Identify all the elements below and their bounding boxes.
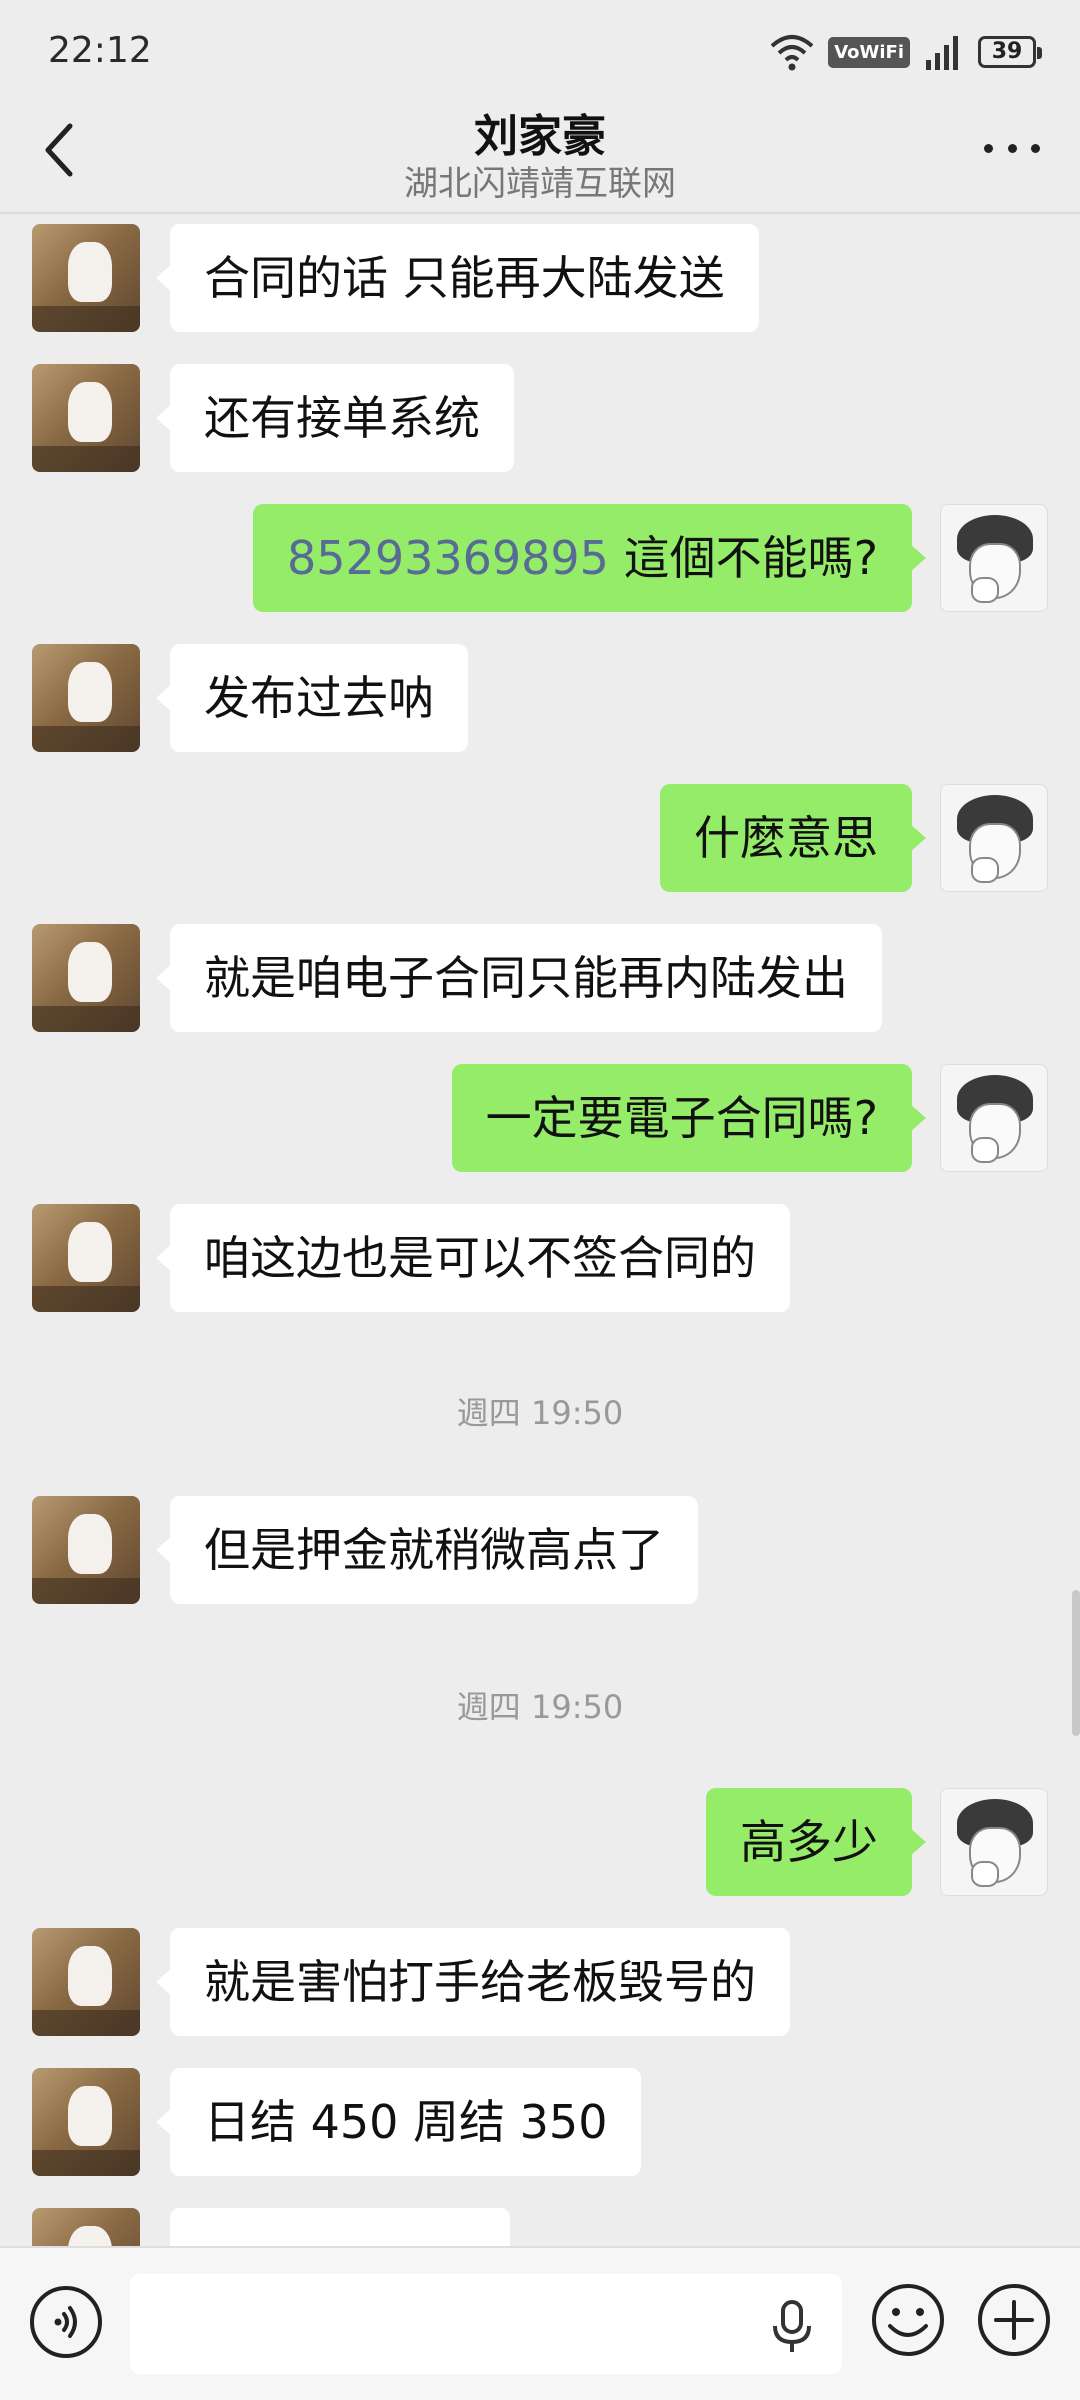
input-bar: [0, 2246, 1080, 2400]
message-bubble[interactable]: 就是害怕打手给老板毁号的: [156, 1928, 790, 2036]
my-avatar[interactable]: [940, 504, 1048, 612]
back-button[interactable]: [40, 120, 80, 180]
my-avatar[interactable]: [940, 784, 1048, 892]
status-icons: VoWiFi 39: [770, 30, 1042, 74]
vowifi-badge: VoWiFi: [828, 36, 910, 68]
plus-button[interactable]: [976, 2282, 1052, 2358]
contact-avatar[interactable]: [32, 1928, 140, 2036]
more-dot-icon: [1007, 143, 1017, 153]
status-bar: 22:12 VoWiFi 39: [0, 0, 1080, 100]
contact-avatar[interactable]: [32, 644, 140, 752]
contact-avatar[interactable]: [32, 1204, 140, 1312]
message-bubble[interactable]: 85293369895 這個不能嗎?: [253, 504, 926, 612]
battery-icon: 39: [978, 36, 1042, 68]
message-timestamp: 週四 19:50: [456, 1688, 624, 1726]
my-avatar[interactable]: [940, 1064, 1048, 1172]
more-dot-icon: [984, 143, 993, 153]
my-avatar[interactable]: [940, 1788, 1048, 1896]
message-bubble[interactable]: 就是咱电子合同只能再内陆发出: [156, 924, 882, 1032]
voice-toggle-button[interactable]: [30, 2286, 102, 2358]
scrollbar-thumb[interactable]: [1072, 1590, 1080, 1736]
message-timestamp: 週四 19:50: [456, 1394, 624, 1432]
contact-avatar[interactable]: [32, 2068, 140, 2176]
contact-avatar[interactable]: [32, 924, 140, 1032]
contact-avatar[interactable]: [32, 1496, 140, 1604]
status-time: 22:12: [48, 30, 152, 71]
contact-name[interactable]: 刘家豪: [240, 100, 840, 164]
message-bubble[interactable]: 还有接单系统: [156, 364, 514, 472]
voice-icon: [54, 2306, 77, 2338]
contact-avatar[interactable]: [32, 224, 140, 332]
emoji-button[interactable]: [870, 2282, 946, 2358]
battery-level: 39: [991, 39, 1023, 64]
contact-avatar[interactable]: [32, 364, 140, 472]
message-text: 這個不能嗎?: [608, 531, 878, 585]
more-button[interactable]: [984, 136, 1040, 160]
message-bubble[interactable]: 什麼意思: [660, 784, 926, 892]
mic-icon[interactable]: [770, 2300, 814, 2354]
message-bubble[interactable]: 但是押金就稍微高点了: [156, 1496, 698, 1604]
chat-header: 刘家豪 湖北闪靖靖互联网: [0, 100, 1080, 210]
message-bubble[interactable]: [170, 2208, 510, 2246]
wifi-icon: [770, 35, 814, 71]
signal-icon: [926, 36, 958, 70]
chat-area[interactable]: 合同的话 只能再大陆发送 还有接单系统 85293369895 這個不能嗎? 发…: [0, 214, 1080, 2246]
message-input[interactable]: [130, 2274, 842, 2374]
phone-number-link[interactable]: 85293369895: [287, 531, 609, 585]
message-bubble[interactable]: 高多少: [706, 1788, 926, 1896]
more-dot-icon: [1031, 143, 1040, 153]
message-bubble[interactable]: 日结 450 周结 350: [155, 2068, 642, 2176]
contact-subtitle: 湖北闪靖靖互联网: [404, 164, 676, 204]
message-bubble[interactable]: 咱这边也是可以不签合同的: [156, 1204, 790, 1312]
contact-avatar[interactable]: [32, 2208, 140, 2246]
message-bubble[interactable]: 一定要電子合同嗎?: [451, 1064, 927, 1172]
message-bubble[interactable]: 发布过去呐: [156, 644, 468, 752]
message-bubble[interactable]: 合同的话 只能再大陆发送: [156, 224, 759, 332]
